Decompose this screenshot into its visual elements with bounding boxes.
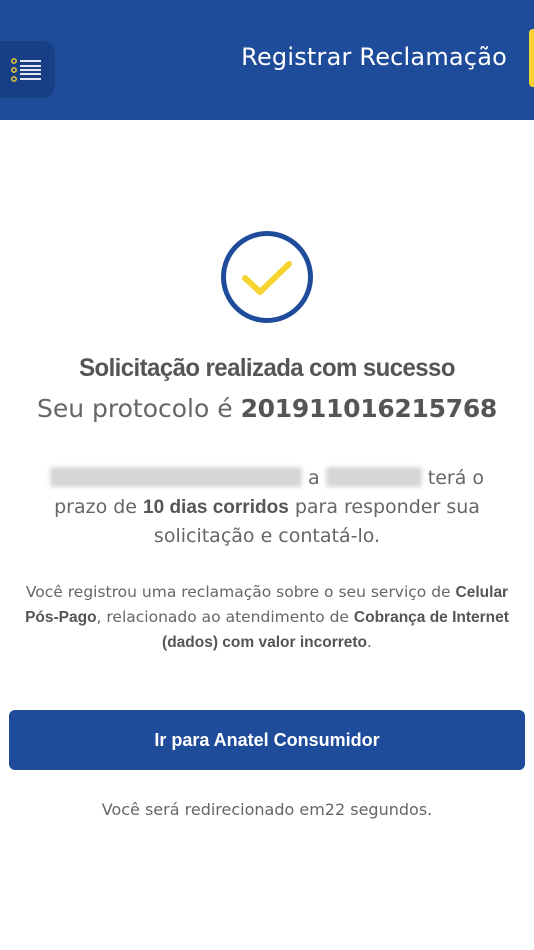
page-title: Registrar Reclamação bbox=[241, 43, 507, 71]
redacted-company-name bbox=[49, 467, 302, 487]
redirect-seconds: 22 bbox=[324, 800, 346, 819]
check-circle-icon bbox=[221, 231, 313, 323]
redacted-user-name bbox=[325, 467, 422, 487]
deadline-days: 10 dias corridos bbox=[143, 497, 289, 518]
protocol-line: Seu protocolo é 201911016215768 bbox=[0, 394, 534, 423]
app-header: Registrar Reclamação bbox=[0, 0, 534, 120]
menu-button[interactable] bbox=[0, 41, 55, 98]
redirect-text-2: segundos. bbox=[350, 800, 433, 819]
summary-text-3: . bbox=[367, 633, 372, 651]
redirect-text-1: Você será redirecionado em bbox=[101, 800, 325, 819]
success-headline: Solicitação realizada com sucesso bbox=[79, 354, 455, 382]
connector-text: a bbox=[308, 467, 320, 489]
complaint-summary: Você registrou uma reclamação sobre o se… bbox=[20, 580, 514, 655]
response-deadline-text: a terá o prazo de 10 dias corridos para … bbox=[22, 464, 512, 551]
list-menu-icon bbox=[11, 58, 41, 82]
protocol-label: Seu protocolo é bbox=[36, 394, 233, 423]
summary-text-2: , relacionado ao atendimento de bbox=[96, 608, 349, 626]
go-to-anatel-button[interactable]: Ir para Anatel Consumidor bbox=[9, 710, 525, 770]
side-tab[interactable] bbox=[529, 29, 534, 87]
summary-text-1: Você registrou uma reclamação sobre o se… bbox=[25, 583, 451, 601]
protocol-number: 201911016215768 bbox=[240, 394, 498, 423]
redirect-notice: Você será redirecionado em22 segundos. bbox=[0, 800, 534, 819]
